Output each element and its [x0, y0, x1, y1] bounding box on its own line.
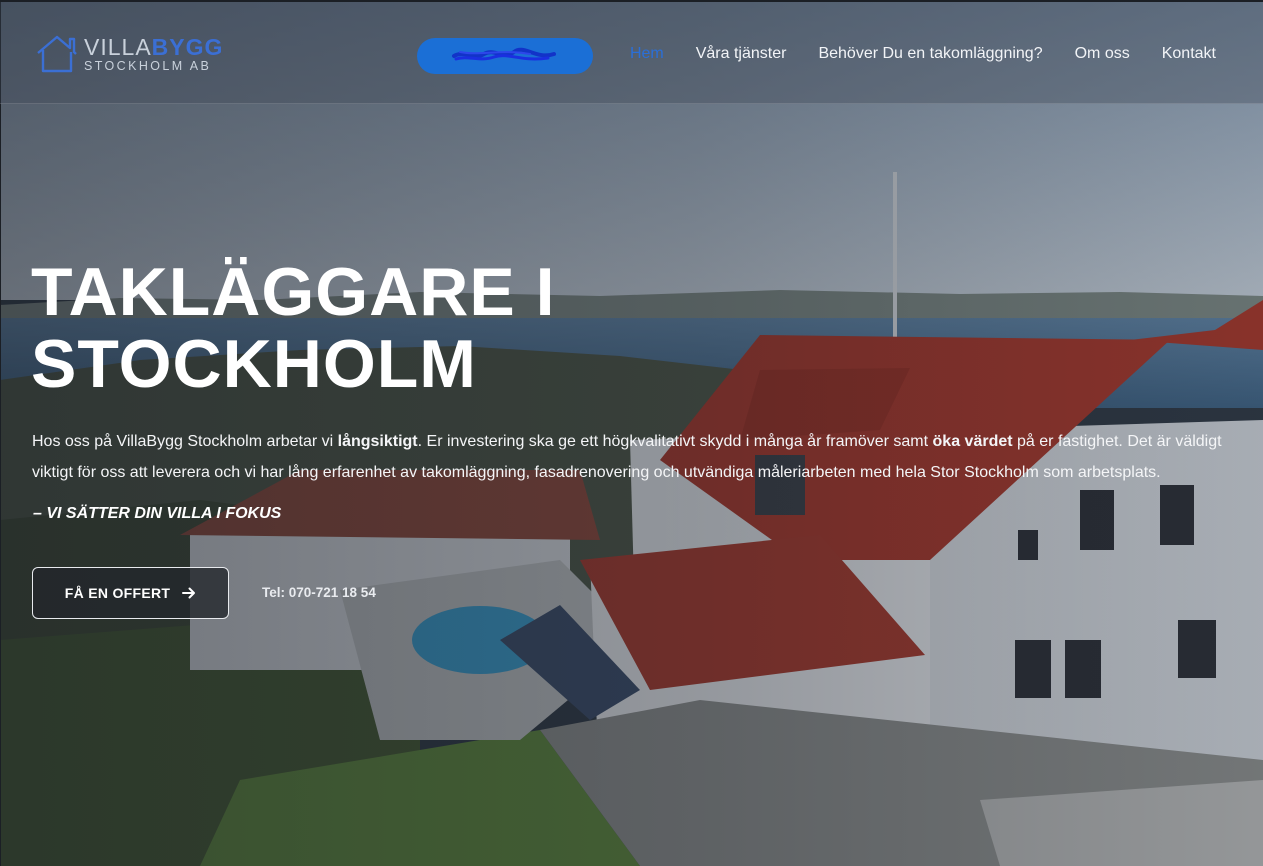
intro-bold-2: öka värdet: [932, 433, 1013, 450]
hero-headline: TAKLÄGGARE I STOCKHOLM: [31, 256, 731, 400]
redacted-button[interactable]: [417, 38, 593, 74]
phone-number[interactable]: Tel: 070-721 18 54: [262, 585, 376, 600]
intro-bold-1: långsiktigt: [337, 433, 418, 450]
nav-item-vara-tjanster[interactable]: Våra tjänster: [696, 45, 787, 63]
house-logo-icon: [37, 35, 77, 73]
nav-item-kontakt[interactable]: Kontakt: [1162, 45, 1216, 63]
intro-part-2: . Er investering ska ge ett högkvalitati…: [417, 433, 933, 450]
headline-line2: STOCKHOLM: [31, 326, 477, 402]
scribble-redaction-icon: [452, 47, 556, 61]
nav-item-hem[interactable]: Hem: [630, 45, 664, 63]
logo-bygg: BYGG: [151, 33, 224, 60]
arrow-right-icon: [182, 587, 196, 599]
logo-wordmark: VILLABYGG: [84, 33, 224, 60]
logo-villa: VILLA: [84, 33, 152, 60]
get-quote-label: FÅ EN OFFERT: [64, 585, 171, 601]
nav-item-takomlaggning[interactable]: Behöver Du en takomläggning?: [818, 45, 1042, 63]
intro-part-1: Hos oss på VillaBygg Stockholm arbetar v…: [32, 433, 338, 450]
get-quote-button[interactable]: FÅ EN OFFERT: [32, 567, 229, 619]
logo-text: VILLABYGG STOCKHOLM AB: [84, 33, 224, 73]
main-nav: Hem Våra tjänster Behöver Du en takomläg…: [598, 45, 1216, 63]
logo-subtitle: STOCKHOLM AB: [84, 58, 212, 73]
hero-tagline: – VI SÄTTER DIN VILLA I FOKUS: [33, 505, 282, 522]
hero-intro-text: Hos oss på VillaBygg Stockholm arbetar v…: [32, 426, 1242, 488]
logo[interactable]: VILLABYGG STOCKHOLM AB: [34, 30, 234, 78]
nav-item-om-oss[interactable]: Om oss: [1075, 45, 1130, 63]
headline-line1: TAKLÄGGARE I: [31, 254, 556, 330]
site-header: VILLABYGG STOCKHOLM AB Hem Våra tjänster…: [0, 2, 1263, 104]
